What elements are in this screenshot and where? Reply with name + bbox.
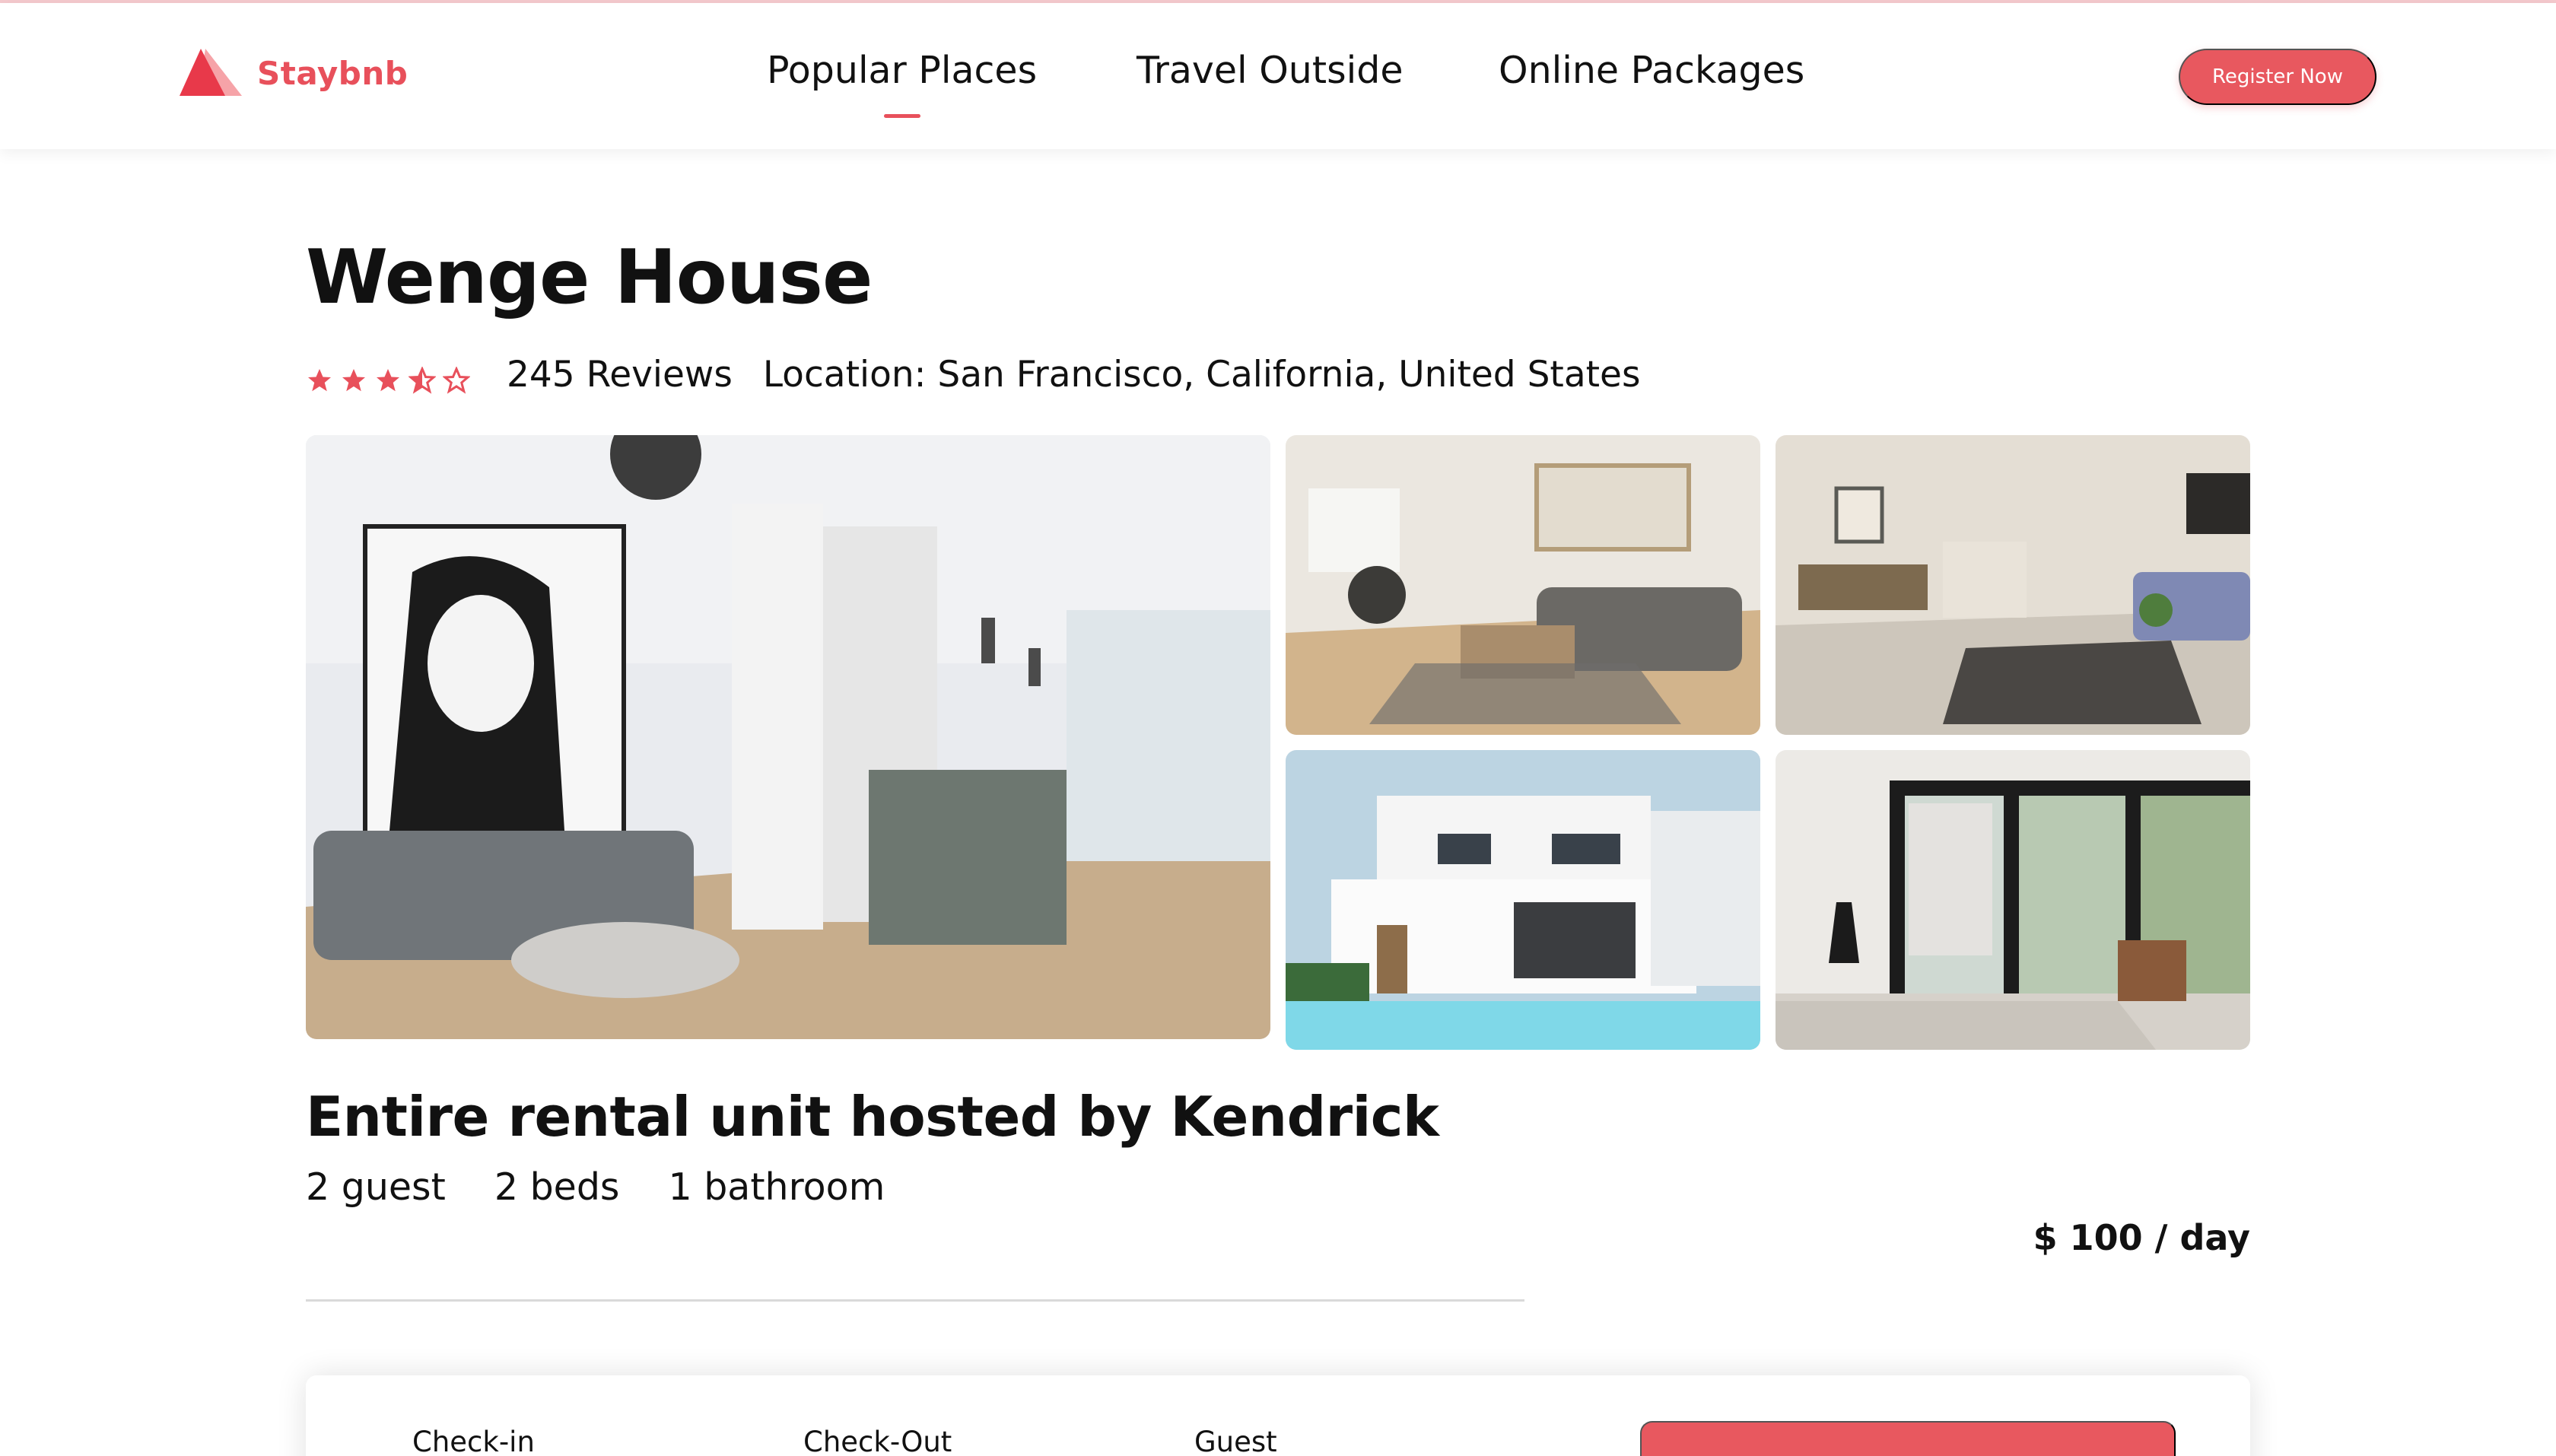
lounge-area-photo[interactable]: [1776, 435, 2250, 735]
living-room-dining-photo[interactable]: [1286, 435, 1760, 735]
spec-guests: 2 guest: [306, 1165, 446, 1209]
living-room-kitchen-photo[interactable]: [306, 435, 1270, 1039]
section-divider: [306, 1299, 1524, 1302]
host-line: Entire rental unit hosted by Kendrick: [306, 1085, 1439, 1149]
nav-label: Online Packages: [1499, 49, 1805, 92]
book-button[interactable]: [1640, 1421, 2176, 1456]
villa-pool-photo[interactable]: [1286, 750, 1760, 1050]
listing-title: Wenge House: [306, 234, 873, 321]
star-filled-icon: [308, 369, 331, 392]
star-filled-icon: [342, 369, 365, 392]
checkin-field[interactable]: Check-in: [412, 1426, 535, 1456]
guest-field[interactable]: Guest: [1194, 1426, 1277, 1456]
star-half-icon: [409, 367, 436, 394]
location-text: Location: San Francisco, California, Uni…: [762, 353, 1641, 396]
star-filled-icon: [377, 369, 399, 392]
price-per-day: $ 100 / day: [2033, 1217, 2250, 1258]
active-underline: [883, 114, 920, 118]
main-nav: Popular Places Travel Outside Online Pac…: [0, 49, 2556, 125]
nav-travel-outside[interactable]: Travel Outside: [1137, 49, 1403, 92]
nav-popular-places[interactable]: Popular Places: [767, 49, 1038, 118]
nav-label: Popular Places: [767, 49, 1038, 92]
photo-gallery: [306, 435, 2250, 1053]
nav-label: Travel Outside: [1137, 49, 1404, 92]
listing-specs: 2 guest 2 beds 1 bathroom: [306, 1165, 885, 1209]
rating-stars: [306, 367, 470, 394]
register-button[interactable]: Register Now: [2179, 49, 2376, 105]
star-empty-icon: [443, 367, 470, 394]
listing-meta: 245 Reviews Location: San Francisco, Cal…: [306, 351, 1640, 397]
top-navbar: Staybnb Popular Places Travel Outside On…: [0, 3, 2556, 149]
nav-online-packages[interactable]: Online Packages: [1499, 49, 1804, 92]
bedroom-window-photo[interactable]: [1776, 750, 2250, 1050]
spec-beds: 2 beds: [494, 1165, 620, 1209]
booking-card: Check-in Check-Out Guest: [306, 1375, 2250, 1456]
checkout-field[interactable]: Check-Out: [803, 1426, 952, 1456]
spec-bathrooms: 1 bathroom: [668, 1165, 885, 1209]
reviews-count[interactable]: 245 Reviews: [507, 354, 733, 396]
